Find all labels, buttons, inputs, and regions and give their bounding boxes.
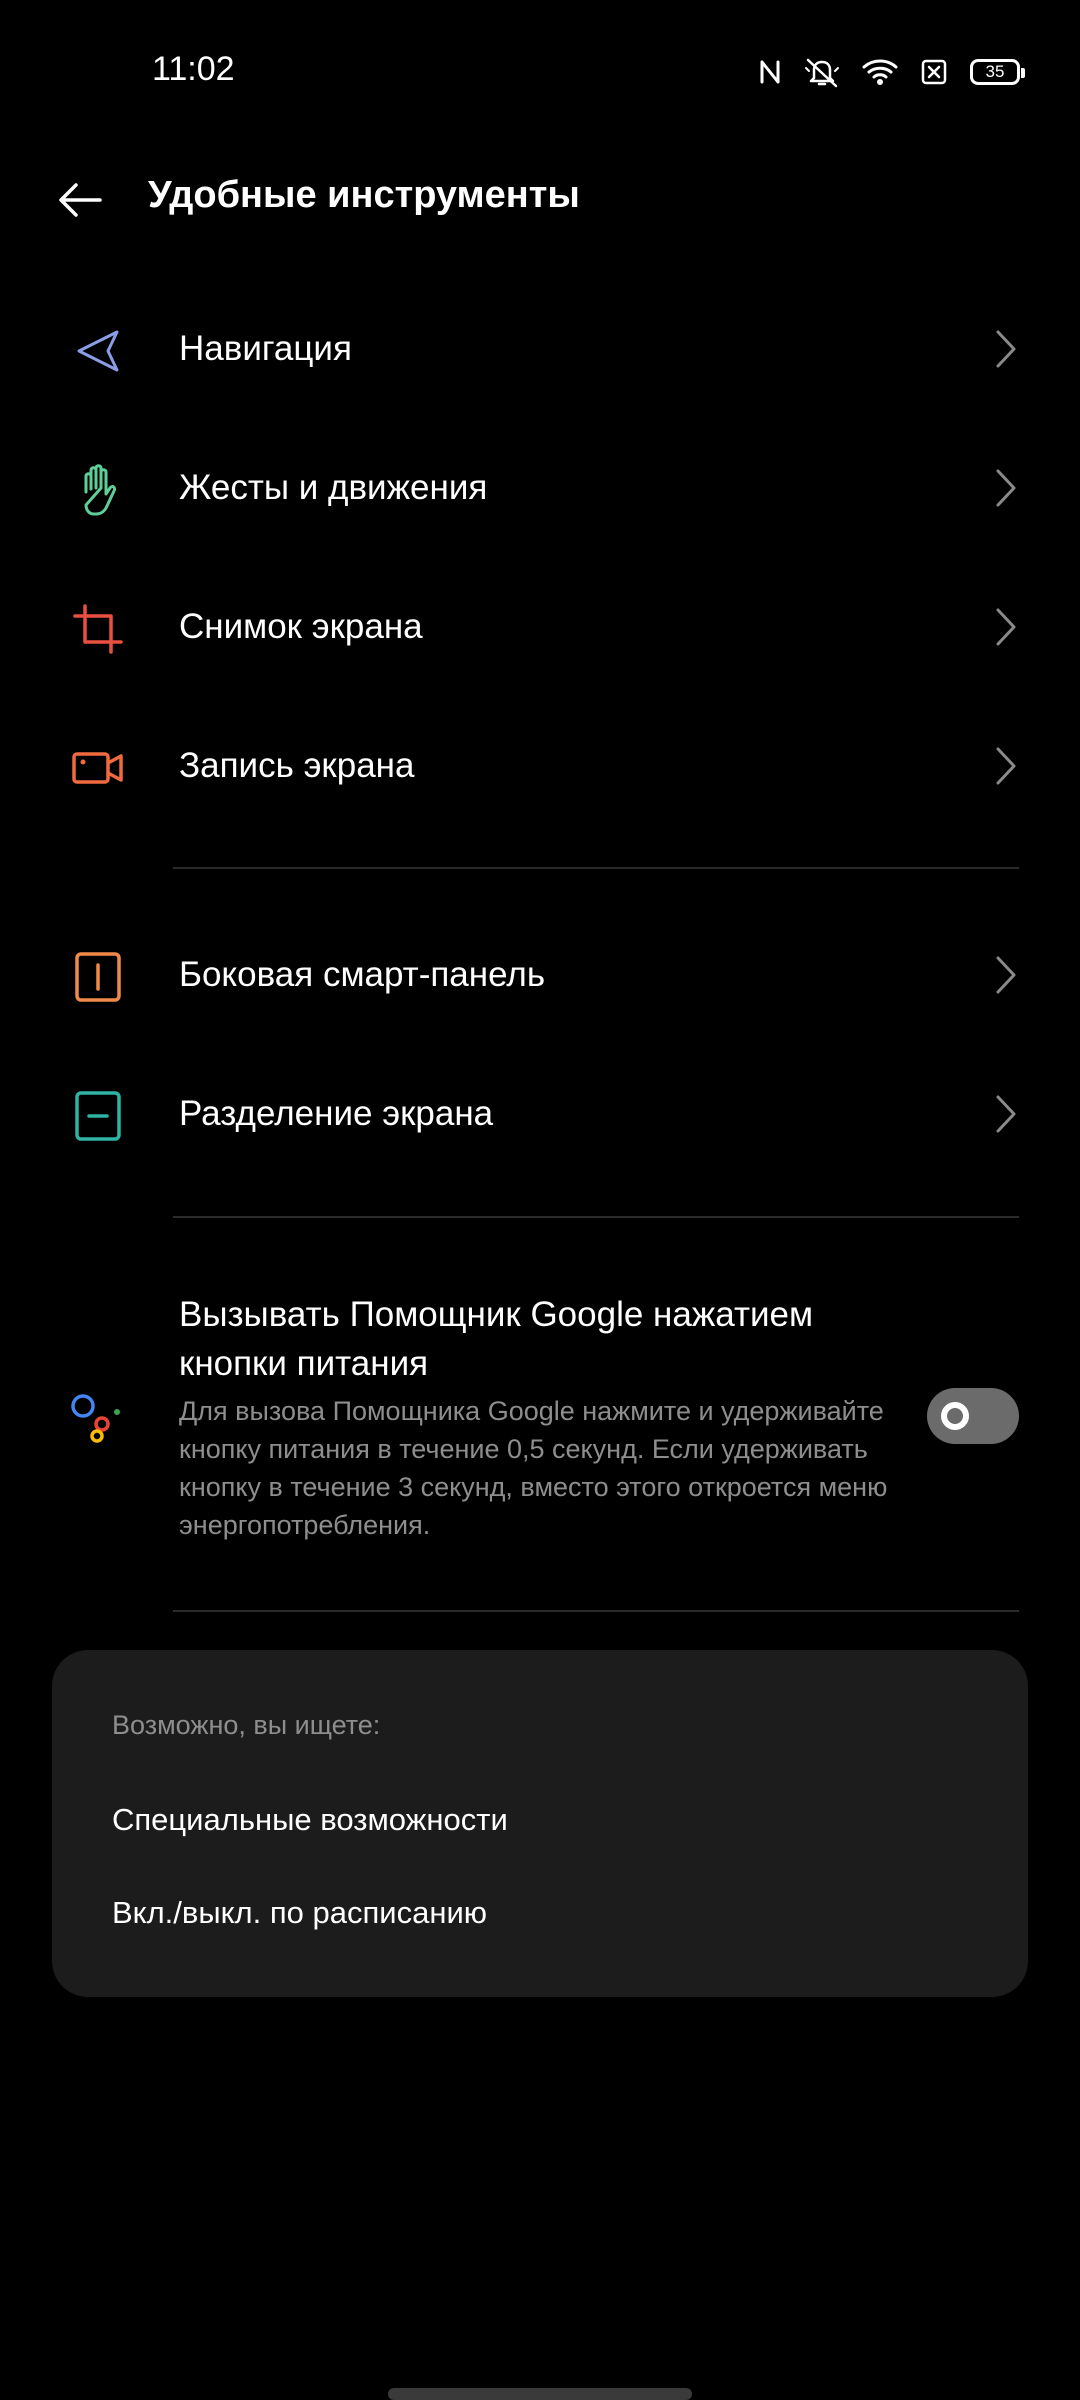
toggle-knob — [941, 1402, 969, 1430]
back-arrow-icon — [59, 183, 102, 217]
menu-item-label: Разделение экрана — [179, 1093, 494, 1133]
section-divider — [173, 1610, 1019, 1612]
menu-item-label: Запись экрана — [179, 745, 415, 785]
battery-level: 35 — [985, 62, 1005, 81]
menu-item-screen-record[interactable]: Запись экрана — [0, 696, 1080, 835]
back-button[interactable] — [50, 170, 110, 230]
section-divider — [173, 1216, 1019, 1218]
menu-item-label: Боковая смарт-панель — [179, 954, 546, 994]
wifi-icon — [862, 57, 898, 87]
menu-item-navigation[interactable]: Навигация — [0, 279, 1080, 418]
chevron-right-icon — [990, 1092, 1022, 1136]
mute-bell-icon — [804, 56, 840, 88]
suggestions-card: Возможно, вы ищете: Специальные возможно… — [52, 1650, 1028, 1997]
no-sim-icon — [920, 58, 948, 86]
menu-item-label: Снимок экрана — [179, 606, 423, 646]
chevron-right-icon — [990, 466, 1022, 510]
section-divider — [173, 867, 1019, 869]
google-assistant-icon — [70, 1388, 126, 1444]
status-bar: 11:02 35 — [0, 0, 1080, 140]
menu-item-label: Навигация — [179, 328, 352, 368]
chevron-right-icon — [990, 327, 1022, 371]
suggestions-heading: Возможно, вы ищете: — [112, 1710, 381, 1740]
split-screen-icon — [70, 1088, 126, 1144]
video-camera-icon — [70, 740, 126, 796]
chevron-right-icon — [990, 744, 1022, 788]
menu-item-label: Жесты и движения — [179, 467, 488, 507]
chevron-right-icon — [990, 953, 1022, 997]
menu-item-side-panel[interactable]: Боковая смарт-панель — [0, 905, 1080, 1044]
menu-item-screenshot[interactable]: Снимок экрана — [0, 557, 1080, 696]
suggestion-link-accessibility[interactable]: Специальные возможности — [112, 1802, 508, 1838]
home-indicator[interactable] — [388, 2388, 692, 2400]
hand-icon — [70, 462, 126, 518]
nfc-icon — [758, 58, 782, 86]
assistant-power-button-setting[interactable]: Вызывать Помощник Google нажатием кнопки… — [0, 1262, 1080, 1562]
status-icons: 35 — [758, 52, 1025, 92]
assistant-toggle-switch[interactable] — [927, 1388, 1019, 1444]
navigation-arrow-icon — [70, 323, 126, 379]
menu-item-split-screen[interactable]: Разделение экрана — [0, 1044, 1080, 1183]
crop-icon — [70, 601, 126, 657]
battery-icon: 35 — [970, 59, 1025, 85]
chevron-right-icon — [990, 605, 1022, 649]
assistant-setting-title: Вызывать Помощник Google нажатием кнопки… — [179, 1295, 814, 1383]
page-title: Удобные инструменты — [148, 174, 580, 216]
assistant-setting-description: Для вызова Помощника Google нажмите и уд… — [179, 1396, 888, 1540]
header: Удобные инструменты — [0, 150, 1080, 250]
menu-item-gestures[interactable]: Жесты и движения — [0, 418, 1080, 557]
suggestion-link-scheduled-power[interactable]: Вкл./выкл. по расписанию — [112, 1895, 487, 1931]
side-panel-icon — [70, 949, 126, 1005]
status-time: 11:02 — [152, 50, 235, 88]
